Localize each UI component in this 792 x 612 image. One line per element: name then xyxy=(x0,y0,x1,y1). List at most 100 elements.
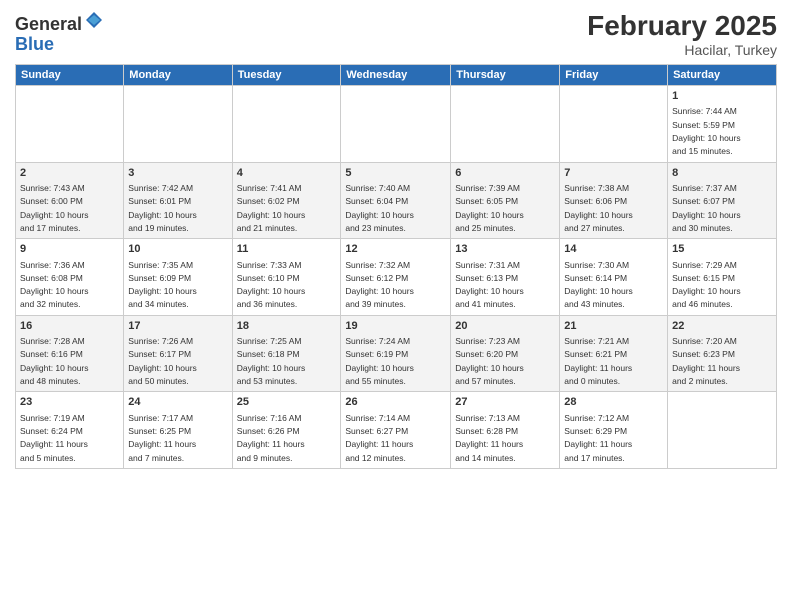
day-info: Sunrise: 7:19 AM Sunset: 6:24 PM Dayligh… xyxy=(20,413,88,463)
calendar-header-cell: Tuesday xyxy=(232,65,341,86)
day-number: 23 xyxy=(20,395,119,410)
calendar-day-cell: 8 Sunrise: 7:37 AM Sunset: 6:07 PM Daylig… xyxy=(668,162,777,239)
calendar-header-row: SundayMondayTuesdayWednesdayThursdayFrid… xyxy=(16,65,777,86)
day-info: Sunrise: 7:42 AM Sunset: 6:01 PM Dayligh… xyxy=(128,183,197,233)
logo-blue-text: Blue xyxy=(15,34,54,54)
calendar-header-cell: Thursday xyxy=(451,65,560,86)
calendar-week-row: 23 Sunrise: 7:19 AM Sunset: 6:24 PM Dayli… xyxy=(16,392,777,469)
day-info: Sunrise: 7:43 AM Sunset: 6:00 PM Dayligh… xyxy=(20,183,89,233)
calendar-day-cell xyxy=(232,86,341,163)
day-info: Sunrise: 7:12 AM Sunset: 6:29 PM Dayligh… xyxy=(564,413,632,463)
day-number: 19 xyxy=(345,319,446,334)
day-info: Sunrise: 7:26 AM Sunset: 6:17 PM Dayligh… xyxy=(128,336,197,386)
day-number: 2 xyxy=(20,166,119,181)
calendar-day-cell: 15 Sunrise: 7:29 AM Sunset: 6:15 PM Dayli… xyxy=(668,239,777,316)
logo-icon xyxy=(84,10,104,30)
calendar-table: SundayMondayTuesdayWednesdayThursdayFrid… xyxy=(15,64,777,469)
calendar-day-cell xyxy=(341,86,451,163)
day-number: 12 xyxy=(345,242,446,257)
header: General Blue February 2025 Hacilar, Turk… xyxy=(15,10,777,58)
calendar-header-cell: Friday xyxy=(560,65,668,86)
day-info: Sunrise: 7:33 AM Sunset: 6:10 PM Dayligh… xyxy=(237,260,306,310)
day-info: Sunrise: 7:21 AM Sunset: 6:21 PM Dayligh… xyxy=(564,336,632,386)
day-info: Sunrise: 7:44 AM Sunset: 5:59 PM Dayligh… xyxy=(672,106,741,156)
day-number: 3 xyxy=(128,166,227,181)
calendar-header-cell: Saturday xyxy=(668,65,777,86)
day-info: Sunrise: 7:28 AM Sunset: 6:16 PM Dayligh… xyxy=(20,336,89,386)
calendar-header-cell: Sunday xyxy=(16,65,124,86)
day-number: 24 xyxy=(128,395,227,410)
calendar-day-cell: 7 Sunrise: 7:38 AM Sunset: 6:06 PM Daylig… xyxy=(560,162,668,239)
day-number: 17 xyxy=(128,319,227,334)
day-info: Sunrise: 7:25 AM Sunset: 6:18 PM Dayligh… xyxy=(237,336,306,386)
calendar-day-cell: 21 Sunrise: 7:21 AM Sunset: 6:21 PM Dayli… xyxy=(560,315,668,392)
calendar-body: 1Sunrise: 7:44 AM Sunset: 5:59 PM Daylig… xyxy=(16,86,777,469)
calendar-day-cell: 23 Sunrise: 7:19 AM Sunset: 6:24 PM Dayli… xyxy=(16,392,124,469)
day-info: Sunrise: 7:37 AM Sunset: 6:07 PM Dayligh… xyxy=(672,183,741,233)
day-number: 5 xyxy=(345,166,446,181)
day-info: Sunrise: 7:20 AM Sunset: 6:23 PM Dayligh… xyxy=(672,336,740,386)
calendar-week-row: 1Sunrise: 7:44 AM Sunset: 5:59 PM Daylig… xyxy=(16,86,777,163)
day-info: Sunrise: 7:40 AM Sunset: 6:04 PM Dayligh… xyxy=(345,183,414,233)
calendar-week-row: 2 Sunrise: 7:43 AM Sunset: 6:00 PM Daylig… xyxy=(16,162,777,239)
calendar-day-cell: 11 Sunrise: 7:33 AM Sunset: 6:10 PM Dayli… xyxy=(232,239,341,316)
day-info: Sunrise: 7:17 AM Sunset: 6:25 PM Dayligh… xyxy=(128,413,196,463)
day-number: 15 xyxy=(672,242,772,257)
day-info: Sunrise: 7:38 AM Sunset: 6:06 PM Dayligh… xyxy=(564,183,633,233)
day-number: 8 xyxy=(672,166,772,181)
logo: General Blue xyxy=(15,10,104,55)
calendar-day-cell: 28 Sunrise: 7:12 AM Sunset: 6:29 PM Dayli… xyxy=(560,392,668,469)
day-number: 26 xyxy=(345,395,446,410)
day-number: 7 xyxy=(564,166,663,181)
day-number: 13 xyxy=(455,242,555,257)
title-block: February 2025 Hacilar, Turkey xyxy=(587,10,777,58)
day-number: 14 xyxy=(564,242,663,257)
calendar-day-cell: 20Sunrise: 7:23 AM Sunset: 6:20 PM Dayli… xyxy=(451,315,560,392)
day-info: Sunrise: 7:24 AM Sunset: 6:19 PM Dayligh… xyxy=(345,336,414,386)
day-number: 28 xyxy=(564,395,663,410)
calendar-day-cell: 4 Sunrise: 7:41 AM Sunset: 6:02 PM Daylig… xyxy=(232,162,341,239)
day-number: 25 xyxy=(237,395,337,410)
day-info: Sunrise: 7:41 AM Sunset: 6:02 PM Dayligh… xyxy=(237,183,306,233)
calendar-day-cell xyxy=(560,86,668,163)
day-info: Sunrise: 7:32 AM Sunset: 6:12 PM Dayligh… xyxy=(345,260,414,310)
calendar-day-cell: 17 Sunrise: 7:26 AM Sunset: 6:17 PM Dayli… xyxy=(124,315,232,392)
calendar-day-cell xyxy=(451,86,560,163)
day-number: 18 xyxy=(237,319,337,334)
calendar-header-cell: Wednesday xyxy=(341,65,451,86)
calendar-day-cell: 1Sunrise: 7:44 AM Sunset: 5:59 PM Daylig… xyxy=(668,86,777,163)
calendar-header: SundayMondayTuesdayWednesdayThursdayFrid… xyxy=(16,65,777,86)
calendar-day-cell: 27Sunrise: 7:13 AM Sunset: 6:28 PM Dayli… xyxy=(451,392,560,469)
day-info: Sunrise: 7:31 AM Sunset: 6:13 PM Dayligh… xyxy=(455,260,524,310)
day-number: 11 xyxy=(237,242,337,257)
title-month: February 2025 xyxy=(587,10,777,42)
calendar-day-cell: 25Sunrise: 7:16 AM Sunset: 6:26 PM Dayli… xyxy=(232,392,341,469)
day-info: Sunrise: 7:14 AM Sunset: 6:27 PM Dayligh… xyxy=(345,413,413,463)
day-number: 6 xyxy=(455,166,555,181)
calendar-day-cell: 12 Sunrise: 7:32 AM Sunset: 6:12 PM Dayli… xyxy=(341,239,451,316)
day-info: Sunrise: 7:35 AM Sunset: 6:09 PM Dayligh… xyxy=(128,260,197,310)
calendar-day-cell xyxy=(124,86,232,163)
day-info: Sunrise: 7:36 AM Sunset: 6:08 PM Dayligh… xyxy=(20,260,89,310)
calendar-day-cell: 6 Sunrise: 7:39 AM Sunset: 6:05 PM Daylig… xyxy=(451,162,560,239)
calendar-day-cell: 19 Sunrise: 7:24 AM Sunset: 6:19 PM Dayli… xyxy=(341,315,451,392)
calendar-week-row: 16Sunrise: 7:28 AM Sunset: 6:16 PM Dayli… xyxy=(16,315,777,392)
day-info: Sunrise: 7:39 AM Sunset: 6:05 PM Dayligh… xyxy=(455,183,524,233)
calendar-week-row: 9 Sunrise: 7:36 AM Sunset: 6:08 PM Daylig… xyxy=(16,239,777,316)
calendar-day-cell: 22Sunrise: 7:20 AM Sunset: 6:23 PM Dayli… xyxy=(668,315,777,392)
calendar-day-cell: 2 Sunrise: 7:43 AM Sunset: 6:00 PM Daylig… xyxy=(16,162,124,239)
calendar-day-cell: 3 Sunrise: 7:42 AM Sunset: 6:01 PM Daylig… xyxy=(124,162,232,239)
calendar-day-cell: 13 Sunrise: 7:31 AM Sunset: 6:13 PM Dayli… xyxy=(451,239,560,316)
calendar-day-cell: 5 Sunrise: 7:40 AM Sunset: 6:04 PM Daylig… xyxy=(341,162,451,239)
day-info: Sunrise: 7:13 AM Sunset: 6:28 PM Dayligh… xyxy=(455,413,523,463)
calendar-day-cell: 18 Sunrise: 7:25 AM Sunset: 6:18 PM Dayli… xyxy=(232,315,341,392)
day-number: 21 xyxy=(564,319,663,334)
day-number: 9 xyxy=(20,242,119,257)
title-location: Hacilar, Turkey xyxy=(587,42,777,58)
calendar-day-cell: 10Sunrise: 7:35 AM Sunset: 6:09 PM Dayli… xyxy=(124,239,232,316)
calendar-header-cell: Monday xyxy=(124,65,232,86)
day-info: Sunrise: 7:29 AM Sunset: 6:15 PM Dayligh… xyxy=(672,260,741,310)
day-info: Sunrise: 7:23 AM Sunset: 6:20 PM Dayligh… xyxy=(455,336,524,386)
day-number: 4 xyxy=(237,166,337,181)
page: General Blue February 2025 Hacilar, Turk… xyxy=(0,0,792,612)
